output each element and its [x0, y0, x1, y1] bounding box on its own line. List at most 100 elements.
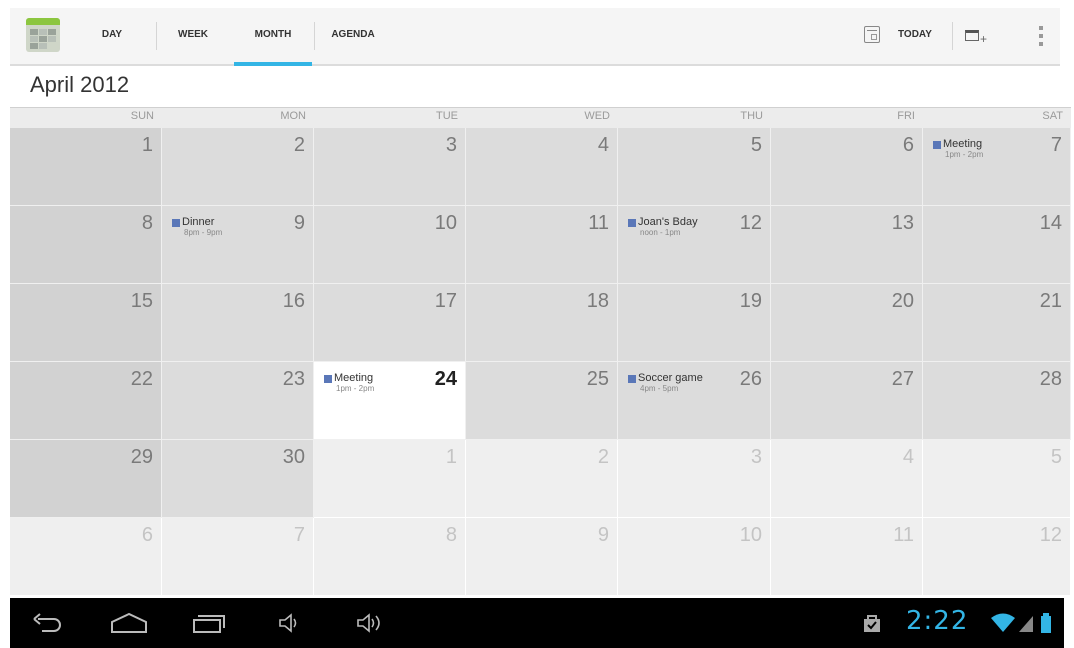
- new-event-button[interactable]: +: [960, 8, 1000, 64]
- day-cell[interactable]: 11: [466, 206, 618, 284]
- weekday-header-thu: THU: [740, 110, 763, 122]
- day-cell[interactable]: 10: [618, 518, 771, 596]
- day-number: 9: [293, 212, 305, 234]
- weekday-header-sun: SUN: [130, 110, 154, 122]
- event-title: Soccer game: [638, 372, 703, 384]
- day-cell[interactable]: 26 Soccer game 4pm - 5pm: [618, 362, 771, 440]
- day-number: 1: [141, 134, 153, 156]
- signal-icon: [1018, 612, 1034, 639]
- day-cell[interactable]: 27: [771, 362, 923, 440]
- day-cell[interactable]: 20: [771, 284, 923, 362]
- day-cell[interactable]: 12: [923, 518, 1071, 596]
- day-number: 4: [597, 134, 609, 156]
- event-time: noon - 1pm: [640, 228, 681, 237]
- day-cell[interactable]: 4: [466, 128, 618, 206]
- day-number: 5: [750, 134, 762, 156]
- day-cell-today[interactable]: 24 Meeting 1pm - 2pm: [314, 362, 466, 440]
- day-cell[interactable]: 9 Dinner 8pm - 9pm: [162, 206, 314, 284]
- day-number: 2: [597, 446, 609, 468]
- day-number: 11: [893, 524, 914, 546]
- event-time: 1pm - 2pm: [336, 384, 375, 393]
- day-cell[interactable]: 8: [314, 518, 466, 596]
- tab-week[interactable]: WEEK: [168, 8, 218, 64]
- day-number: 8: [445, 524, 457, 546]
- event-title: Joan's Bday: [638, 216, 698, 228]
- day-number: 2: [293, 134, 305, 156]
- day-number: 12: [739, 212, 762, 234]
- day-cell[interactable]: 5: [618, 128, 771, 206]
- day-number: 7: [1050, 134, 1062, 156]
- weekday-header-wed: WED: [584, 110, 610, 122]
- day-number: 15: [130, 290, 153, 312]
- day-cell[interactable]: 17: [314, 284, 466, 362]
- day-number: 11: [588, 212, 609, 234]
- day-cell[interactable]: 1: [10, 128, 162, 206]
- event-color-square: [628, 219, 636, 227]
- back-icon[interactable]: [32, 612, 64, 634]
- day-number: 30: [282, 446, 305, 468]
- day-cell[interactable]: 16: [162, 284, 314, 362]
- day-cell[interactable]: 13: [771, 206, 923, 284]
- day-cell[interactable]: 12 Joan's Bday noon - 1pm: [618, 206, 771, 284]
- overflow-menu-button[interactable]: [1028, 20, 1054, 52]
- weekday-header-fri: FRI: [897, 110, 915, 122]
- volume-down-icon[interactable]: [278, 612, 302, 634]
- day-cell[interactable]: 18: [466, 284, 618, 362]
- day-cell[interactable]: 21: [923, 284, 1071, 362]
- day-cell[interactable]: 1: [314, 440, 466, 518]
- shopping-bag-icon: [862, 612, 882, 639]
- day-cell[interactable]: 28: [923, 362, 1071, 440]
- day-number: 5: [1050, 446, 1062, 468]
- action-bar: DAY WEEK MONTH AGENDA TODAY +: [10, 8, 1060, 66]
- day-cell[interactable]: 9: [466, 518, 618, 596]
- toolbar-separator: [952, 22, 953, 50]
- weekday-header-tue: TUE: [436, 110, 458, 122]
- calendar-app-icon[interactable]: [26, 18, 60, 52]
- event-time: 1pm - 2pm: [945, 150, 984, 159]
- day-number: 18: [586, 290, 609, 312]
- day-cell[interactable]: 25: [466, 362, 618, 440]
- tab-separator: [314, 22, 315, 50]
- month-grid: 1 2 3 4 5 6 7 Meeting 1pm - 2pm 8 9 Dinner 8pm - 9pm…: [10, 128, 1071, 596]
- day-cell[interactable]: 5: [923, 440, 1071, 518]
- recents-icon[interactable]: [192, 612, 226, 634]
- day-cell[interactable]: 19: [618, 284, 771, 362]
- day-cell[interactable]: 3: [314, 128, 466, 206]
- day-cell[interactable]: 29: [10, 440, 162, 518]
- day-cell[interactable]: 2: [162, 128, 314, 206]
- tab-agenda[interactable]: AGENDA: [326, 8, 380, 64]
- day-cell[interactable]: 10: [314, 206, 466, 284]
- day-cell[interactable]: 3: [618, 440, 771, 518]
- day-cell[interactable]: 4: [771, 440, 923, 518]
- day-cell[interactable]: 2: [466, 440, 618, 518]
- day-cell[interactable]: 8: [10, 206, 162, 284]
- day-cell[interactable]: 30: [162, 440, 314, 518]
- day-cell[interactable]: 15: [10, 284, 162, 362]
- day-cell[interactable]: 11: [771, 518, 923, 596]
- day-cell[interactable]: 23: [162, 362, 314, 440]
- day-number: 14: [1039, 212, 1062, 234]
- wifi-icon: [990, 612, 1016, 639]
- tab-month[interactable]: MONTH: [234, 8, 312, 66]
- volume-up-icon[interactable]: [356, 612, 386, 634]
- day-number: 26: [739, 368, 762, 390]
- day-cell[interactable]: 6: [10, 518, 162, 596]
- day-cell[interactable]: 22: [10, 362, 162, 440]
- day-number: 23: [282, 368, 305, 390]
- day-number: 8: [141, 212, 153, 234]
- day-cell[interactable]: 6: [771, 128, 923, 206]
- day-cell[interactable]: 7 Meeting 1pm - 2pm: [923, 128, 1071, 206]
- day-number: 17: [434, 290, 457, 312]
- today-button[interactable]: TODAY: [860, 8, 948, 64]
- weekday-header-sat: SAT: [1042, 110, 1063, 122]
- tab-day[interactable]: DAY: [88, 8, 136, 64]
- event-time: 8pm - 9pm: [184, 228, 223, 237]
- home-icon[interactable]: [110, 612, 148, 634]
- event-title: Dinner: [182, 216, 215, 228]
- day-cell[interactable]: 14: [923, 206, 1071, 284]
- day-number: 21: [1039, 290, 1062, 312]
- day-cell[interactable]: 7: [162, 518, 314, 596]
- day-number: 24: [434, 368, 457, 390]
- event-time: 4pm - 5pm: [640, 384, 679, 393]
- weekday-header-row: SUN MON TUE WED THU FRI SAT: [10, 107, 1071, 129]
